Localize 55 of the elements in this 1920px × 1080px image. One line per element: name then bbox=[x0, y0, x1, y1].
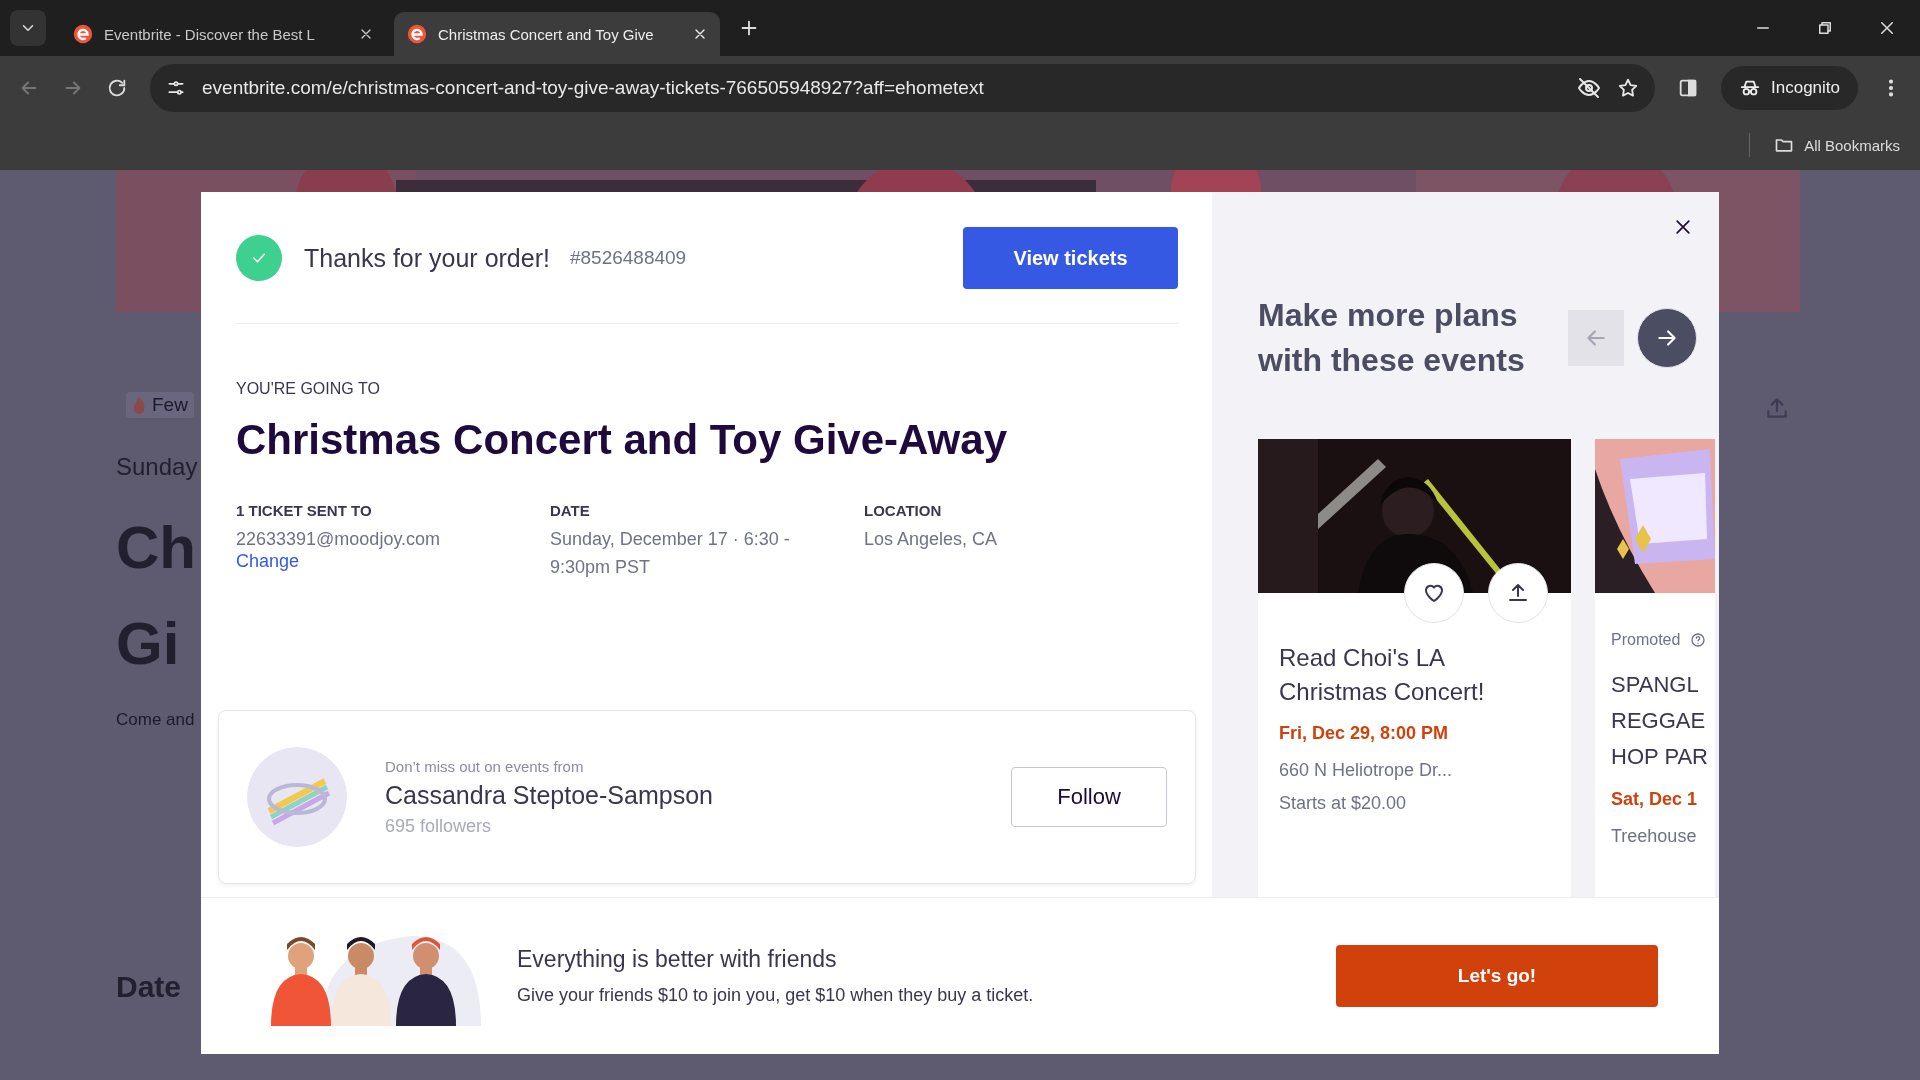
event-date: Sat, Dec 1 bbox=[1611, 789, 1699, 810]
organizer-name: Cassandra Steptoe-Sampson bbox=[385, 780, 713, 810]
close-icon[interactable] bbox=[1673, 217, 1693, 237]
order-message: Thanks for your order! bbox=[304, 243, 550, 273]
promoted-label: Promoted bbox=[1611, 631, 1681, 649]
event-day: Sunday bbox=[116, 453, 198, 481]
address-bar[interactable]: eventbrite.com/e/christmas-concert-and-toy-give-away-tickets-766505948927?aff=ehometext bbox=[150, 64, 1655, 112]
flame-icon bbox=[132, 396, 146, 414]
side-panel-icon[interactable] bbox=[1677, 77, 1699, 99]
detail-label: DATE bbox=[550, 502, 591, 519]
detail-value: Los Angeles, CA bbox=[864, 528, 999, 551]
lets-go-button[interactable]: Let's go! bbox=[1336, 945, 1658, 1007]
organizer-logo-icon bbox=[247, 747, 347, 847]
reload-icon[interactable] bbox=[106, 77, 128, 99]
event-date: Fri, Dec 29, 8:00 PM bbox=[1279, 723, 1450, 744]
detail-value: Sunday, December 17 · 6:30 - 9:30pm PST bbox=[550, 528, 791, 579]
detail-label: 1 TICKET SENT TO bbox=[236, 502, 373, 519]
follower-count: 695 followers bbox=[385, 815, 493, 837]
banner-text: Give your friends $10 to join you, get $10 when they buy a ticket. bbox=[517, 985, 1034, 1006]
section-label: YOU'RE GOING TO bbox=[236, 380, 381, 398]
change-link[interactable]: Change bbox=[236, 551, 550, 572]
event-title: SPANGL REGGAE HOP PAR bbox=[1611, 671, 1709, 771]
tab-search-button[interactable] bbox=[10, 10, 46, 46]
badge-text: Few bbox=[152, 394, 188, 416]
follow-prompt: Don’t miss out on events from bbox=[385, 757, 585, 775]
section-heading: Date bbox=[116, 970, 182, 1004]
eye-off-icon[interactable] bbox=[1577, 76, 1601, 100]
detail-label: LOCATION bbox=[864, 502, 943, 519]
event-description: Come and bbox=[116, 710, 195, 730]
event-address: Treehouse bbox=[1611, 826, 1698, 847]
browser-tab[interactable]: Eventbrite - Discover the Best L bbox=[60, 12, 386, 56]
event-title: Christmas Concert and Toy Give-Away bbox=[236, 416, 1008, 464]
event-price: Starts at $20.00 bbox=[1279, 793, 1408, 814]
event-title: Read Choi's LA Christmas Concert! bbox=[1279, 643, 1486, 707]
incognito-button[interactable]: Incognito bbox=[1721, 66, 1858, 110]
follow-button[interactable]: Follow bbox=[1011, 767, 1167, 827]
site-settings-icon[interactable] bbox=[166, 78, 186, 98]
event-card[interactable]: Promoted SPANGL REGGAE HOP PAR Sat, Dec 1 Treehouse bbox=[1595, 439, 1715, 897]
order-number: #8526488409 bbox=[569, 247, 687, 269]
event-address: 660 N Heliotrope Dr... bbox=[1279, 760, 1454, 781]
restore-icon[interactable] bbox=[1816, 19, 1834, 37]
share-icon bbox=[1764, 395, 1790, 421]
event-title: Ch Gi bbox=[116, 513, 196, 679]
recommendations-heading: Make more plans with these events bbox=[1258, 296, 1526, 380]
detail-value: 22633391@moodjoy.com bbox=[236, 528, 442, 551]
banner-title: Everything is better with friends bbox=[517, 946, 838, 973]
all-bookmarks-link[interactable]: All Bookmarks bbox=[1804, 136, 1900, 154]
e-logo-icon bbox=[406, 23, 428, 45]
star-icon[interactable] bbox=[1617, 77, 1639, 99]
e-logo-icon bbox=[72, 23, 94, 45]
close-icon[interactable] bbox=[1878, 19, 1896, 37]
event-card[interactable]: Read Choi's LA Christmas Concert! Fri, Dec 29, 8:00 PM 660 N Heliotrope Dr... Starts at $20.00 bbox=[1258, 439, 1571, 897]
view-tickets-button[interactable]: View tickets bbox=[963, 227, 1178, 289]
help-icon bbox=[1690, 632, 1707, 648]
browser-tab[interactable]: Christmas Concert and Toy Give bbox=[394, 12, 720, 56]
